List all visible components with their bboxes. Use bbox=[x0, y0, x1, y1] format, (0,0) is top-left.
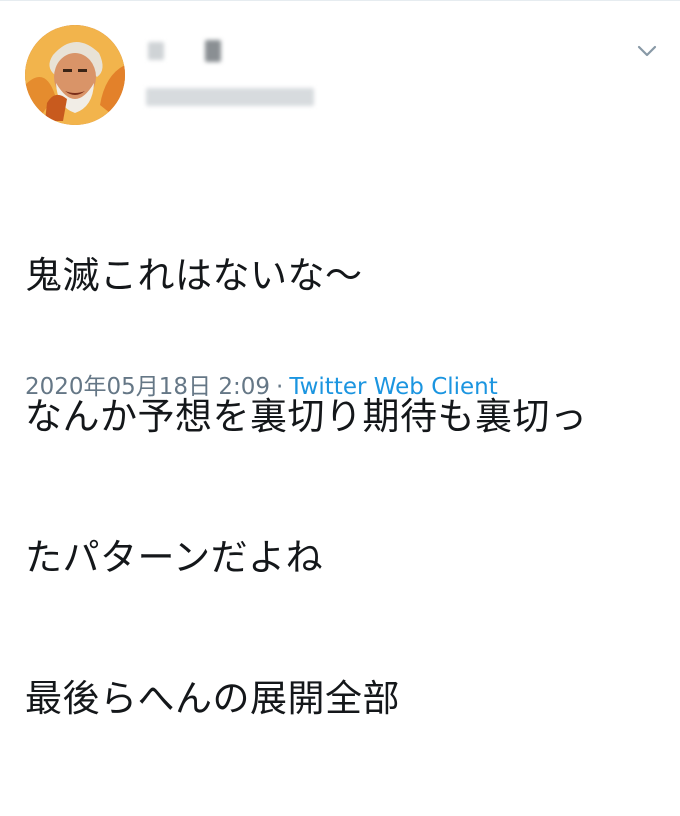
tweet-card: 鬼滅これはないな〜 なんか予想を裏切り期待も裏切っ たパターンだよね 最後らへん… bbox=[0, 0, 680, 720]
tweet-timestamp[interactable]: 2020年05月18日 2:09 bbox=[25, 374, 270, 400]
tweet-line: 最後らへんの展開全部 bbox=[25, 677, 400, 720]
display-name-redacted bbox=[148, 42, 164, 60]
tweet-line: たパターンだよね bbox=[25, 536, 324, 579]
tweet-meta: 2020年05月18日 2:09 · Twitter Web Client bbox=[25, 372, 498, 402]
avatar[interactable] bbox=[25, 25, 125, 125]
display-name-redacted-2 bbox=[205, 40, 221, 62]
meta-separator: · bbox=[276, 374, 284, 400]
tweet-client-link[interactable]: Twitter Web Client bbox=[289, 374, 497, 400]
username-redacted bbox=[146, 88, 314, 106]
tweet-text: 鬼滅これはないな〜 なんか予想を裏切り期待も裏切っ たパターンだよね 最後らへん… bbox=[25, 158, 665, 816]
avatar-illustration bbox=[25, 25, 125, 125]
chevron-down-icon[interactable] bbox=[636, 44, 658, 58]
divider bbox=[0, 0, 680, 1]
tweet-line: 鬼滅これはないな〜 bbox=[25, 254, 363, 297]
